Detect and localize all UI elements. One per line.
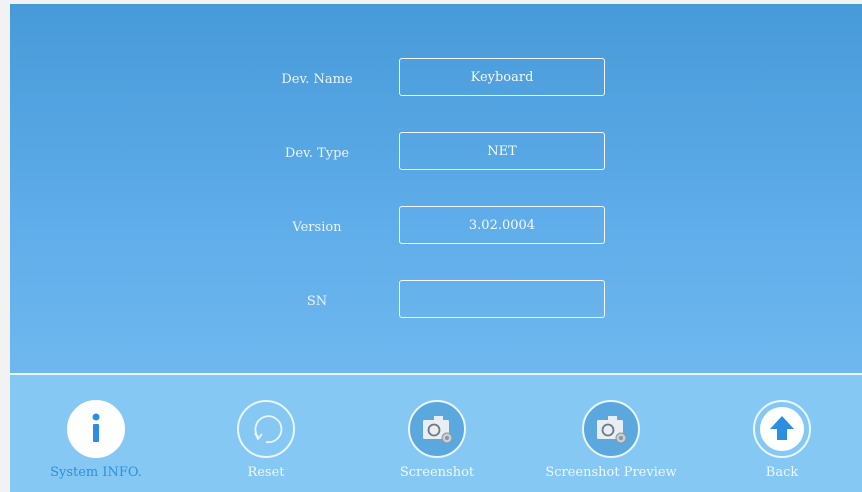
camera-icon	[582, 400, 640, 458]
reset-button[interactable]: Reset	[191, 400, 341, 480]
sn-label: SN	[306, 294, 328, 309]
sn-field[interactable]	[399, 280, 605, 318]
version-label: Version	[292, 220, 342, 235]
reset-label: Reset	[247, 465, 285, 480]
system-info-label: System INFO.	[50, 465, 142, 480]
dev-name-field[interactable]: Keyboard	[399, 58, 605, 96]
screenshot-label: Screenshot	[399, 465, 475, 480]
back-label: Back	[765, 465, 799, 480]
dev-type-label: Dev. Type	[284, 146, 350, 161]
screenshot-button[interactable]: Screenshot	[362, 400, 512, 480]
dev-type-field[interactable]: NET	[399, 132, 605, 170]
back-button[interactable]: Back	[707, 400, 857, 480]
info-icon	[67, 400, 125, 458]
screenshot-preview-button[interactable]: Screenshot Preview	[536, 400, 686, 480]
version-field[interactable]: 3.02.0004	[399, 206, 605, 244]
reset-icon	[237, 400, 295, 458]
bottom-toolbar: System INFO. Reset Screenshot Screenshot…	[10, 375, 862, 492]
dev-name-label: Dev. Name	[281, 72, 353, 87]
camera-icon	[408, 400, 466, 458]
system-info-button[interactable]: System INFO.	[21, 400, 171, 480]
arrow-up-icon	[753, 400, 811, 458]
system-info-screen: Dev. Name Keyboard Dev. Type NET Version…	[10, 4, 862, 492]
screenshot-preview-label: Screenshot Preview	[545, 465, 677, 480]
